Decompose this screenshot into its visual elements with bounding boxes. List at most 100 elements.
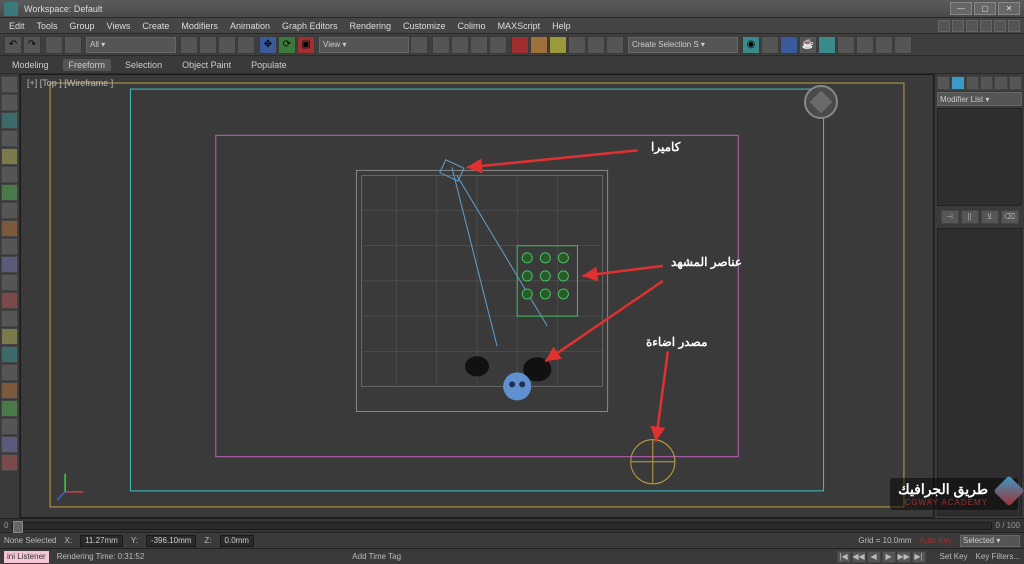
left-tool[interactable] — [1, 346, 18, 363]
maximize-button[interactable]: ▢ — [974, 2, 996, 15]
snap-button[interactable] — [432, 36, 450, 54]
make-unique-button[interactable]: ⊻ — [981, 210, 999, 224]
unlink-button[interactable] — [64, 36, 82, 54]
viewport[interactable] — [21, 75, 933, 517]
select-name-button[interactable] — [199, 36, 217, 54]
menu-help[interactable]: Help — [547, 21, 576, 31]
left-tool[interactable] — [1, 166, 18, 183]
left-tool[interactable] — [1, 148, 18, 165]
pin-stack-button[interactable]: ⊣ — [941, 210, 959, 224]
utilities-tab[interactable] — [1009, 76, 1022, 90]
left-tool[interactable] — [1, 400, 18, 417]
ribbon-populate[interactable]: Populate — [245, 59, 293, 71]
left-tool[interactable] — [1, 112, 18, 129]
next-frame-button[interactable]: ▶▶ — [897, 551, 911, 563]
display-tab[interactable] — [994, 76, 1007, 90]
refsys-dropdown[interactable]: View ▾ — [319, 37, 409, 53]
window-crossing-button[interactable] — [237, 36, 255, 54]
scale-button[interactable]: ▣ — [297, 36, 315, 54]
left-tool[interactable] — [1, 94, 18, 111]
modify-tab[interactable] — [951, 76, 964, 90]
ribbon-object-paint[interactable]: Object Paint — [176, 59, 237, 71]
layer-button[interactable] — [606, 36, 624, 54]
tool-button[interactable] — [511, 36, 529, 54]
quick-icon[interactable] — [938, 20, 950, 32]
left-tool[interactable] — [1, 130, 18, 147]
ribbon-selection[interactable]: Selection — [119, 59, 168, 71]
left-tool[interactable] — [1, 418, 18, 435]
material-editor-button[interactable]: ◉ — [742, 36, 760, 54]
left-tool[interactable] — [1, 364, 18, 381]
left-tool[interactable] — [1, 238, 18, 255]
quick-icon[interactable] — [994, 20, 1006, 32]
scene-explorer-button[interactable] — [818, 36, 836, 54]
left-tool[interactable] — [1, 328, 18, 345]
goto-start-button[interactable]: |◀ — [837, 551, 851, 563]
timeline-slider[interactable] — [13, 521, 23, 533]
menu-animation[interactable]: Animation — [225, 21, 275, 31]
left-tool[interactable] — [1, 202, 18, 219]
left-tool[interactable] — [1, 76, 18, 93]
menu-rendering[interactable]: Rendering — [345, 21, 397, 31]
tool-button[interactable] — [856, 36, 874, 54]
menu-customize[interactable]: Customize — [398, 21, 451, 31]
ribbon-modeling[interactable]: Modeling — [6, 59, 55, 71]
play-button[interactable]: ▶ — [882, 551, 896, 563]
select-button[interactable] — [180, 36, 198, 54]
tool-button[interactable] — [894, 36, 912, 54]
tool-button[interactable] — [549, 36, 567, 54]
tool-button[interactable] — [530, 36, 548, 54]
quick-icon[interactable] — [980, 20, 992, 32]
left-tool[interactable] — [1, 436, 18, 453]
pivot-button[interactable] — [410, 36, 428, 54]
modifier-list-dropdown[interactable]: Modifier List ▾ — [937, 92, 1022, 106]
left-tool[interactable] — [1, 454, 18, 471]
select-rect-button[interactable] — [218, 36, 236, 54]
minimize-button[interactable]: — — [950, 2, 972, 15]
angle-snap-button[interactable] — [451, 36, 469, 54]
prev-frame-button[interactable]: ◀◀ — [852, 551, 866, 563]
mirror-button[interactable] — [568, 36, 586, 54]
render-button[interactable]: ☕ — [799, 36, 817, 54]
timeline[interactable]: 0 0 / 100 — [0, 518, 1024, 532]
ribbon-freeform[interactable]: Freeform — [63, 59, 112, 71]
menu-graph-editors[interactable]: Graph Editors — [277, 21, 343, 31]
filter-dropdown[interactable]: All ▾ — [86, 37, 176, 53]
left-tool[interactable] — [1, 184, 18, 201]
render-frame-button[interactable] — [780, 36, 798, 54]
timeline-track[interactable] — [12, 522, 991, 530]
selection-set-dropdown[interactable]: Create Selection S ▾ — [628, 37, 738, 53]
coord-y-field[interactable]: -396.10mm — [146, 535, 196, 547]
move-button[interactable]: ✥ — [259, 36, 277, 54]
quick-icon[interactable] — [952, 20, 964, 32]
link-button[interactable] — [45, 36, 63, 54]
percent-snap-button[interactable] — [470, 36, 488, 54]
redo-button[interactable]: ↷ — [23, 36, 41, 54]
hierarchy-tab[interactable] — [966, 76, 979, 90]
left-tool[interactable] — [1, 220, 18, 237]
left-tool[interactable] — [1, 382, 18, 399]
left-tool[interactable] — [1, 256, 18, 273]
spinner-snap-button[interactable] — [489, 36, 507, 54]
viewport-label[interactable]: [+] [Top ] [Wireframe ] — [27, 78, 113, 88]
modifier-stack[interactable] — [937, 108, 1022, 206]
goto-end-button[interactable]: ▶| — [912, 551, 926, 563]
play-reverse-button[interactable]: ◀ — [867, 551, 881, 563]
left-tool[interactable] — [1, 274, 18, 291]
motion-tab[interactable] — [980, 76, 993, 90]
menu-modifiers[interactable]: Modifiers — [176, 21, 223, 31]
tool-button[interactable] — [875, 36, 893, 54]
menu-tools[interactable]: Tools — [32, 21, 63, 31]
quick-icon[interactable] — [1008, 20, 1020, 32]
quick-icon[interactable] — [966, 20, 978, 32]
menu-colimo[interactable]: Colimo — [453, 21, 491, 31]
autokey-button[interactable]: Auto Key — [920, 536, 952, 545]
workspace-label[interactable]: Workspace: Default — [24, 4, 102, 14]
close-button[interactable]: ✕ — [998, 2, 1020, 15]
rotate-button[interactable]: ⟳ — [278, 36, 296, 54]
remove-modifier-button[interactable]: ⌫ — [1001, 210, 1019, 224]
menu-group[interactable]: Group — [65, 21, 100, 31]
create-tab[interactable] — [937, 76, 950, 90]
render-setup-button[interactable] — [761, 36, 779, 54]
left-tool[interactable] — [1, 292, 18, 309]
